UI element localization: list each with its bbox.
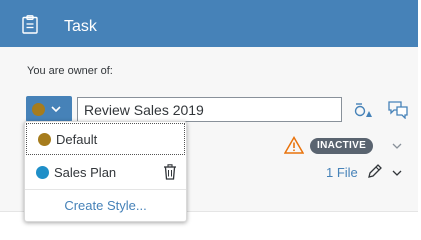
chevron-down-icon [51, 106, 61, 113]
panel-title: Task [64, 18, 97, 35]
owner-label: You are owner of: [27, 65, 113, 77]
task-name-input[interactable] [77, 97, 342, 122]
style-option-label: Sales Plan [54, 164, 117, 180]
style-option-sales-plan[interactable]: Sales Plan [25, 156, 186, 188]
style-option-label: Default [56, 131, 98, 147]
dropdown-divider [25, 189, 186, 190]
clipboard-icon [22, 15, 38, 34]
sort-shapes-icon[interactable] [353, 101, 373, 119]
panel-header: Task [0, 0, 418, 47]
style-color-dot [32, 102, 45, 116]
warning-icon [284, 136, 304, 154]
style-picker-button[interactable] [26, 96, 72, 122]
style-color-dot [36, 165, 49, 179]
edit-icon[interactable] [367, 164, 382, 179]
style-dropdown: Default Sales Plan Create Style... [24, 121, 187, 222]
create-style-button[interactable]: Create Style... [25, 191, 186, 221]
style-option-default[interactable]: Default [26, 123, 185, 155]
attachments-link[interactable]: 1 File [326, 165, 358, 180]
chevron-down-icon[interactable] [391, 141, 403, 151]
style-color-dot [38, 132, 51, 146]
status-badge: INACTIVE [310, 138, 374, 154]
chevron-down-icon[interactable] [391, 168, 403, 178]
comments-icon[interactable] [387, 100, 409, 119]
trash-icon[interactable] [163, 164, 177, 180]
